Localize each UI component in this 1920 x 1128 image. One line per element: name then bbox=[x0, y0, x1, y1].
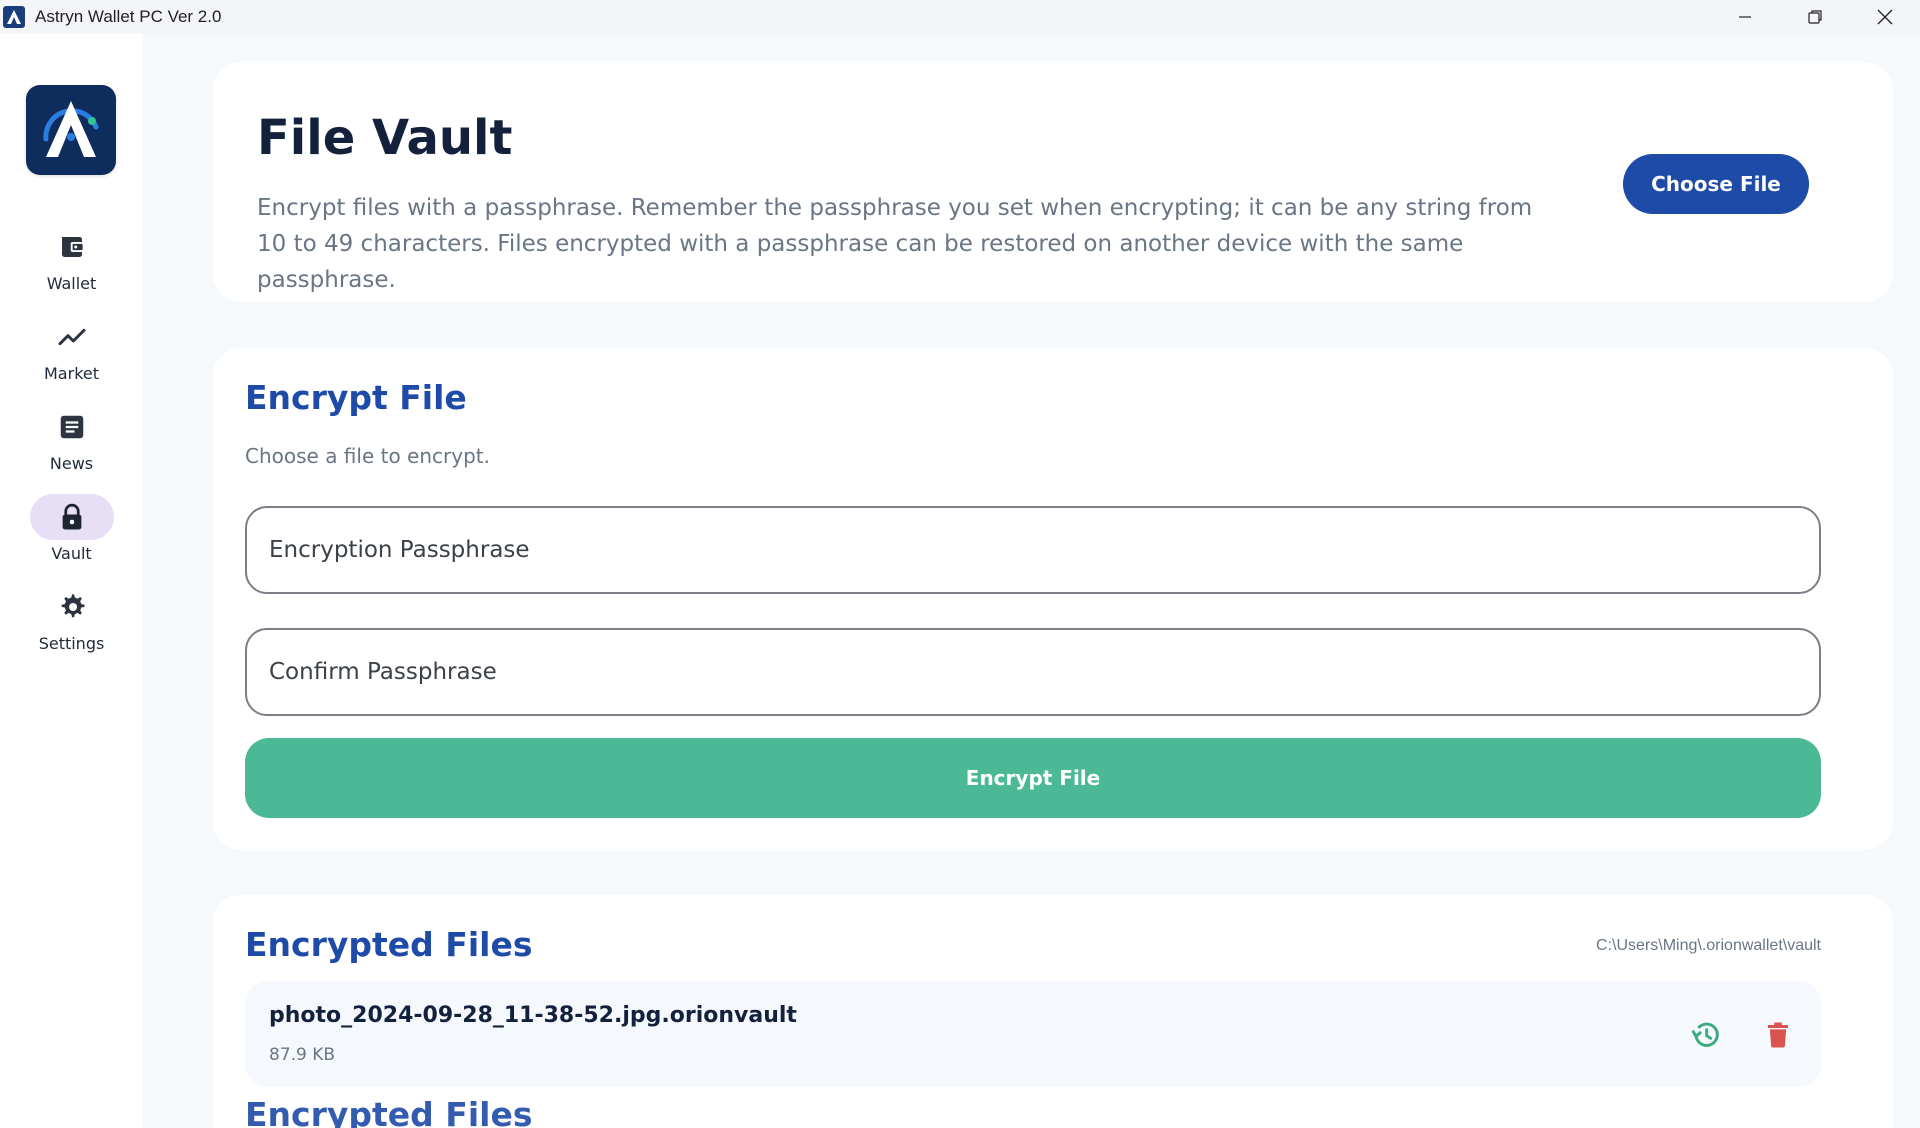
sidebar-item-label: Market bbox=[44, 364, 99, 383]
sidebar-item-label: Settings bbox=[38, 634, 105, 653]
encrypted-files-card: Encrypted Files C:\Users\Ming\.orionwall… bbox=[213, 895, 1893, 1128]
sidebar-item-settings[interactable]: Settings bbox=[0, 584, 143, 653]
app-icon bbox=[3, 6, 25, 28]
gear-icon bbox=[61, 594, 85, 618]
trending-up-icon bbox=[58, 328, 85, 346]
wallet-icon bbox=[61, 237, 83, 257]
close-window-button[interactable] bbox=[1850, 0, 1920, 34]
file-name: photo_2024-09-28_11-38-52.jpg.orionvault bbox=[269, 1003, 797, 1028]
delete-file-button[interactable] bbox=[1760, 1017, 1796, 1053]
encryption-passphrase-input[interactable] bbox=[245, 506, 1821, 594]
sidebar-item-market[interactable]: Market bbox=[0, 314, 143, 383]
restore-window-icon bbox=[1808, 10, 1822, 24]
sidebar: Wallet Market News Vault Settings bbox=[0, 34, 143, 1128]
encrypted-files-title-clipped: Encrypted Files bbox=[245, 1095, 533, 1128]
restore-window-button[interactable] bbox=[1780, 0, 1850, 34]
encrypt-section-subtitle: Choose a file to encrypt. bbox=[245, 444, 490, 468]
sidebar-item-news[interactable]: News bbox=[0, 404, 143, 473]
window-title: Astryn Wallet PC Ver 2.0 bbox=[35, 7, 222, 26]
encrypt-file-button[interactable]: Encrypt File bbox=[245, 738, 1821, 818]
trash-icon bbox=[1768, 1022, 1788, 1048]
sidebar-item-label: Vault bbox=[51, 544, 92, 563]
title-bar: Astryn Wallet PC Ver 2.0 bbox=[0, 0, 1920, 34]
sidebar-item-label: Wallet bbox=[46, 274, 97, 293]
encrypt-file-card: Encrypt File Choose a file to encrypt. E… bbox=[213, 348, 1893, 850]
restore-file-button[interactable] bbox=[1688, 1017, 1724, 1053]
close-icon bbox=[1877, 9, 1893, 25]
minimize-icon bbox=[1739, 16, 1751, 18]
vault-path: C:\Users\Ming\.orionwallet\vault bbox=[1596, 937, 1821, 954]
confirm-passphrase-input[interactable] bbox=[245, 628, 1821, 716]
sidebar-item-vault[interactable]: Vault bbox=[0, 494, 143, 563]
list-item: photo_2024-09-28_11-38-52.jpg.orionvault… bbox=[245, 981, 1821, 1087]
encrypt-section-title: Encrypt File bbox=[245, 378, 467, 417]
sidebar-item-label: News bbox=[49, 454, 94, 473]
page-title: File Vault bbox=[257, 110, 513, 166]
lock-icon bbox=[62, 503, 81, 530]
restore-history-icon bbox=[1691, 1022, 1719, 1047]
window-controls bbox=[1710, 0, 1920, 34]
choose-file-button[interactable]: Choose File bbox=[1623, 154, 1809, 214]
article-icon bbox=[60, 415, 83, 439]
header-card: File Vault Encrypt files with a passphra… bbox=[213, 62, 1893, 302]
sidebar-item-wallet[interactable]: Wallet bbox=[0, 224, 143, 293]
file-size: 87.9 KB bbox=[269, 1045, 336, 1065]
minimize-button[interactable] bbox=[1710, 0, 1780, 34]
encrypted-files-title: Encrypted Files bbox=[245, 925, 533, 964]
app-logo bbox=[26, 85, 116, 175]
page-description: Encrypt files with a passphrase. Remembe… bbox=[257, 195, 1533, 293]
